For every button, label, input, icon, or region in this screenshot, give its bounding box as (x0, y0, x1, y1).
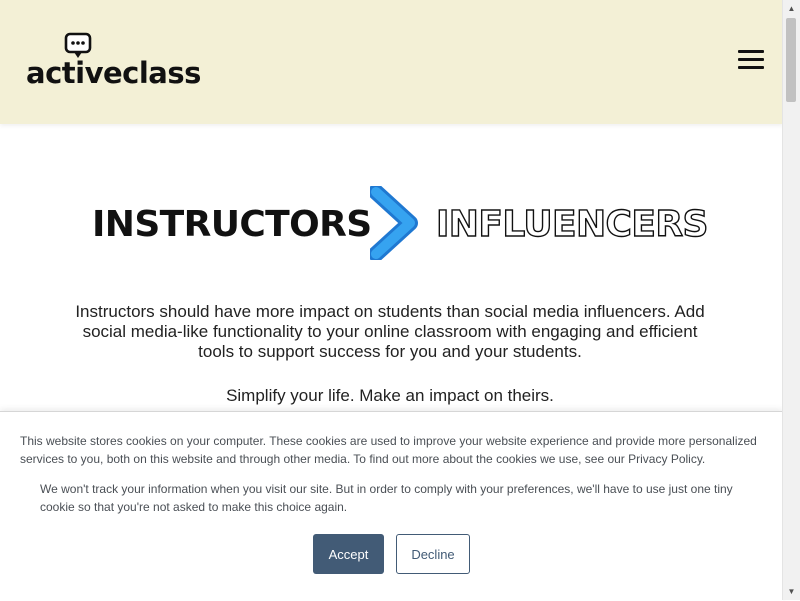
cookie-notice-text: This website stores cookies on your comp… (20, 434, 757, 466)
scroll-up-arrow-icon[interactable]: ▲ (783, 0, 800, 17)
hero-banner: INSTRUCTORS INFLUENCERS (60, 180, 740, 270)
scroll-thumb[interactable] (786, 18, 796, 102)
cookie-opt-out-text: We won't track your information when you… (40, 482, 733, 514)
logo[interactable]: activeclass (26, 30, 201, 94)
accept-button[interactable]: Accept (313, 534, 384, 574)
chevron-right-icon (370, 186, 418, 260)
cookie-consent-banner: This website stores cookies on your comp… (0, 411, 783, 601)
tagline: Simplify your life. Make an impact on th… (226, 386, 554, 405)
site-header: activeclass (0, 0, 783, 124)
hero-word-instructors: INSTRUCTORS (92, 204, 372, 245)
decline-button[interactable]: Decline (396, 534, 470, 574)
vertical-scrollbar[interactable]: ▲ ▼ (782, 0, 800, 600)
logo-text: activeclass (26, 56, 201, 90)
hero-word-influencers: INFLUENCERS (435, 203, 709, 245)
scroll-down-arrow-icon[interactable]: ▼ (783, 583, 800, 600)
hamburger-menu-icon[interactable] (734, 46, 768, 74)
intro-paragraph: Instructors should have more impact on s… (75, 302, 705, 361)
